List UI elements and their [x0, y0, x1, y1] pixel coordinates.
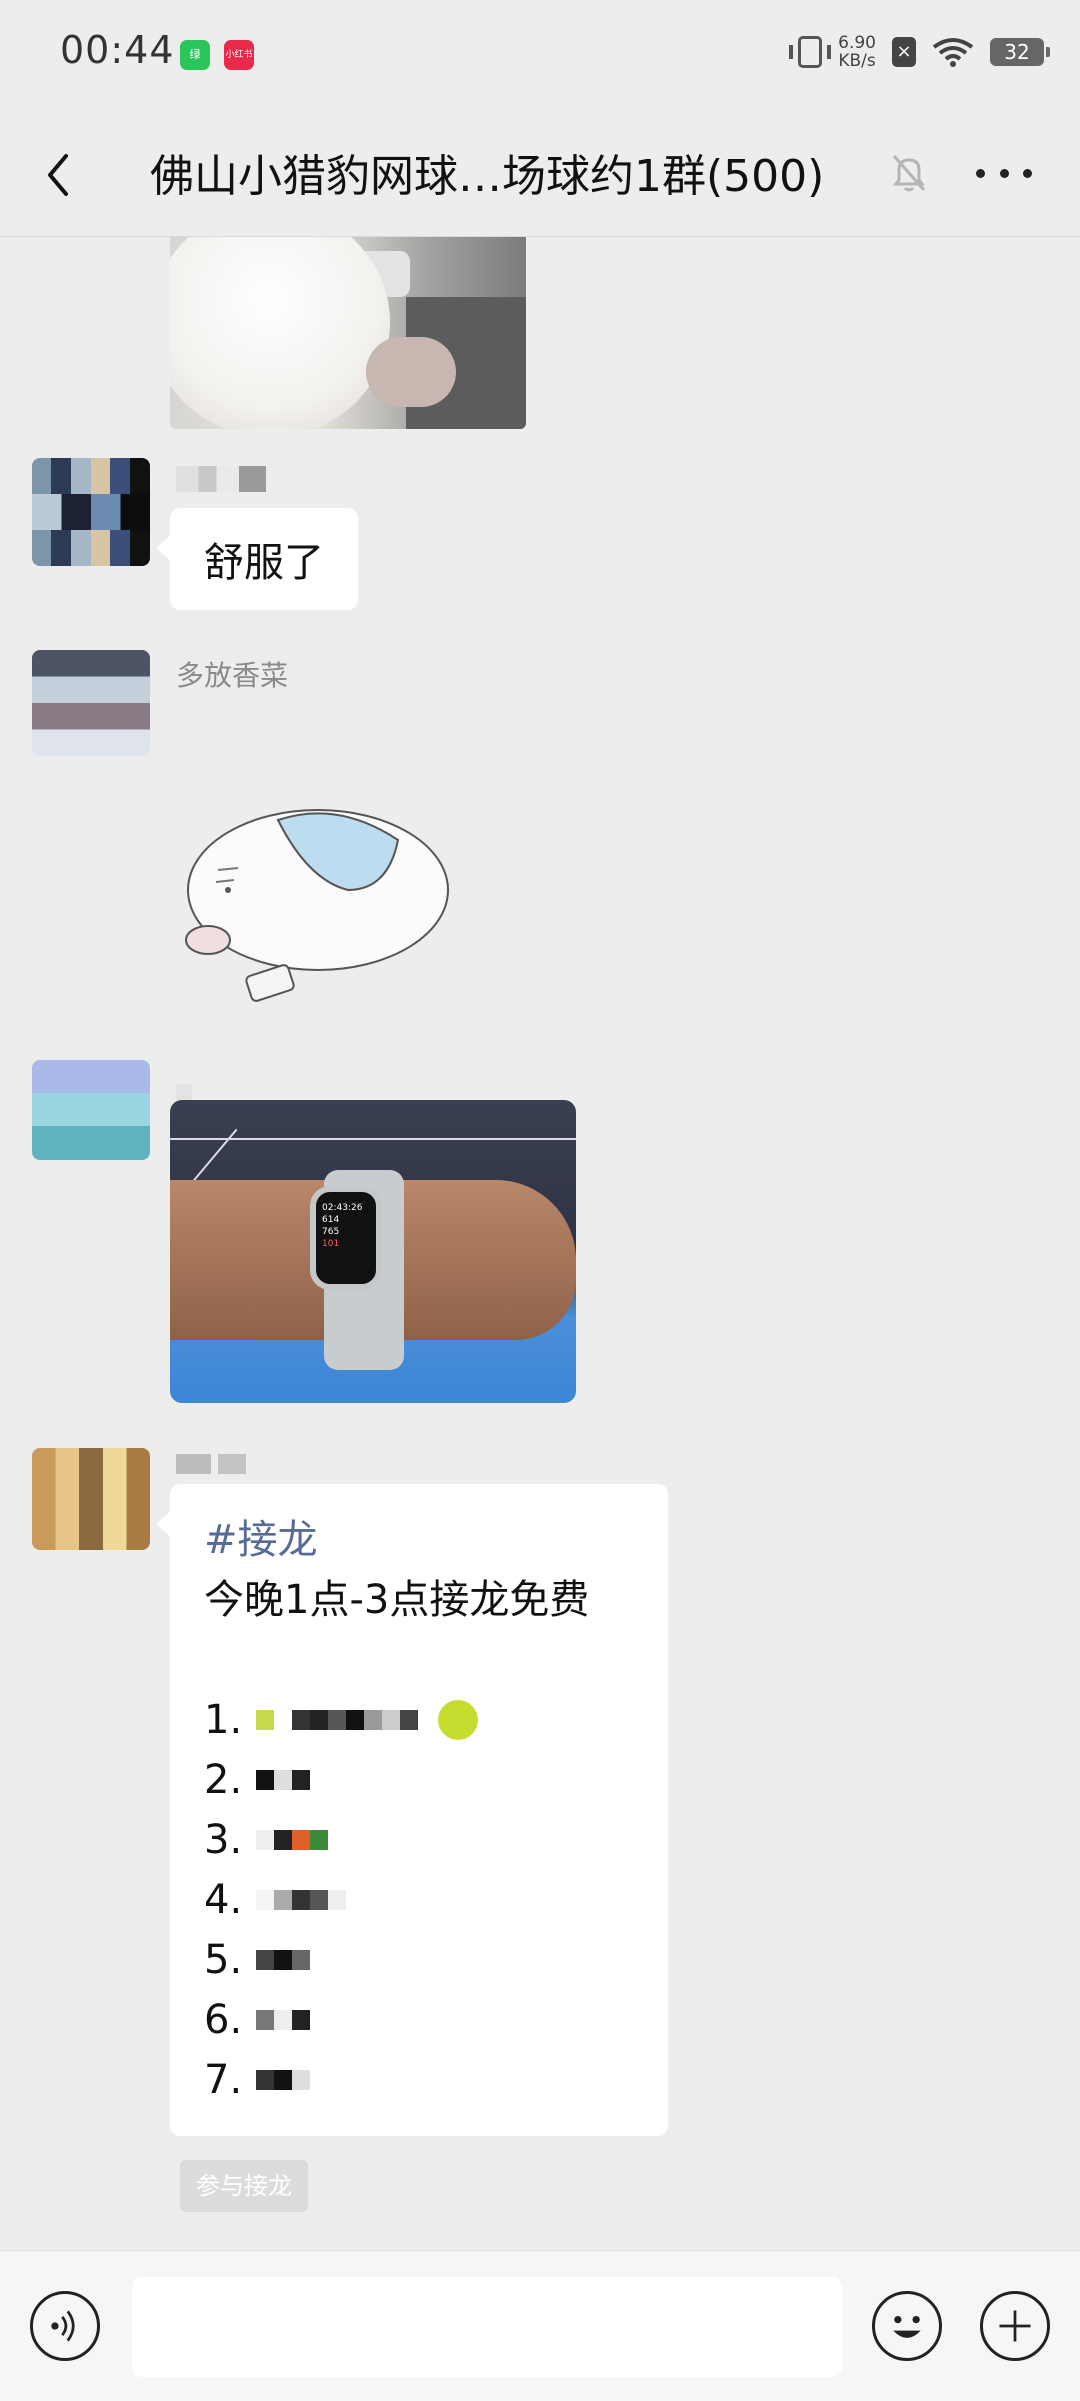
list-item: 5.	[204, 1930, 634, 1990]
watch-heart-rate: 101	[322, 1239, 340, 1249]
sender-name-blurred	[176, 1448, 246, 1481]
speed-unit: KB/s	[838, 51, 876, 71]
header-divider	[0, 236, 1080, 237]
sender-name-blurred	[176, 466, 266, 499]
chat-image-smartwatch[interactable]: 02:43:26 614 765 101	[170, 1100, 576, 1403]
list-item: 3.	[204, 1810, 634, 1870]
avatar[interactable]	[32, 1060, 150, 1160]
network-speed: 6.90 KB/s	[838, 34, 876, 70]
voice-input-icon[interactable]	[30, 2291, 100, 2361]
avatar[interactable]	[32, 1448, 150, 1550]
message-text: 舒服了	[204, 540, 324, 586]
list-item: 4.	[204, 1870, 634, 1930]
emoji-icon[interactable]	[872, 2291, 942, 2361]
input-bar	[0, 2250, 1080, 2401]
back-arrow-icon[interactable]	[40, 150, 80, 200]
speed-value: 6.90	[838, 33, 876, 53]
avatar[interactable]	[32, 458, 150, 566]
join-solitaire-button[interactable]: 参与接龙	[180, 2160, 308, 2212]
list-item: 2.	[204, 1750, 634, 1810]
solitaire-description: 今晚1点-3点接龙免费	[204, 1577, 590, 1623]
add-attachment-icon[interactable]	[980, 2291, 1050, 2361]
message-bubble[interactable]: 舒服了	[156, 508, 358, 610]
sender-name: 多放香菜	[176, 659, 289, 692]
hamster-sticker[interactable]	[168, 780, 468, 1010]
more-options-icon[interactable]	[976, 160, 1032, 186]
no-sim-icon: ×	[892, 37, 916, 67]
chat-header: 佛山小猎豹网球…场球约1群(500)	[0, 110, 1080, 236]
app-notification-icon: 绿	[180, 40, 210, 70]
battery-indicator: 32	[990, 38, 1050, 66]
xiaohongshu-notification-icon: 小红书	[224, 40, 254, 70]
list-item: 6.	[204, 1990, 634, 2050]
chat-title[interactable]: 佛山小猎豹网球…场球约1群(500)	[150, 140, 824, 204]
solitaire-message-bubble[interactable]: #接龙 今晚1点-3点接龙免费 1. 2. 3. 4. 5. 6. 7.	[156, 1484, 668, 2136]
list-item: 1.	[204, 1690, 634, 1750]
wifi-icon	[932, 38, 974, 67]
watch-time: 02:43:26	[322, 1203, 363, 1213]
watch-face: 02:43:26 614 765 101	[310, 1186, 382, 1290]
message-input[interactable]	[132, 2277, 842, 2377]
solitaire-hashtag-link[interactable]: #接龙	[204, 1510, 634, 1570]
status-time: 00:44	[60, 28, 175, 72]
avatar[interactable]	[32, 650, 150, 756]
watch-stat-2: 765	[322, 1227, 340, 1237]
tennis-ball-icon	[438, 1700, 478, 1740]
watch-stat-1: 614	[322, 1215, 340, 1225]
vibrate-icon	[789, 36, 832, 68]
list-item: 7.	[204, 2050, 634, 2110]
chat-image-dog[interactable]	[170, 237, 526, 429]
status-bar: 00:44 绿 小红书 6.90 KB/s × 32	[0, 0, 1080, 110]
muted-bell-icon	[892, 155, 926, 192]
